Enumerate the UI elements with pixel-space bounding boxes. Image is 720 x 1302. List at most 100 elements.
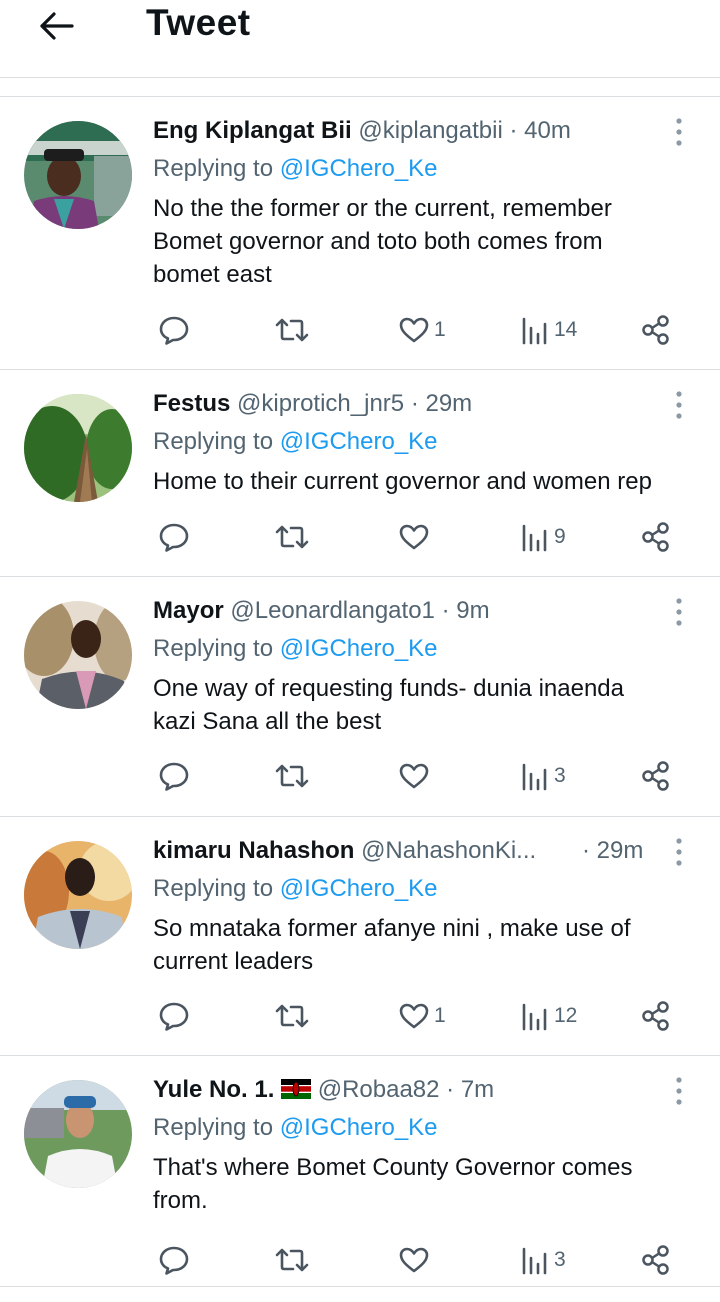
replying-to: Replying to @IGChero_Ke: [153, 875, 438, 903]
more-options-button[interactable]: [667, 595, 691, 629]
timestamp[interactable]: · 29m: [582, 837, 643, 864]
share-button[interactable]: [639, 759, 673, 793]
tweet-meta: Eng Kiplangat Bii @kiplangatbii · 40m: [153, 117, 571, 145]
views-button[interactable]: 3: [520, 759, 566, 793]
like-icon: [399, 763, 429, 789]
timestamp[interactable]: · 40m: [509, 117, 570, 144]
retweet-button[interactable]: [273, 1243, 311, 1277]
replying-to-handle[interactable]: @IGChero_Ke: [280, 155, 438, 182]
views-icon: [522, 1003, 547, 1031]
like-icon: [399, 1247, 429, 1273]
timestamp[interactable]: · 9m: [442, 597, 490, 624]
views-button[interactable]: 9: [520, 520, 566, 554]
retweet-icon: [275, 318, 309, 342]
user-handle[interactable]: @Leonardlangato1: [230, 597, 435, 624]
views-count: 14: [554, 318, 578, 341]
like-count: 1: [434, 1004, 446, 1027]
kenya-flag-icon: [281, 1079, 312, 1099]
tweet-text: Home to their current governor and women…: [153, 465, 708, 498]
reply-tweet[interactable]: Eng Kiplangat Bii @kiplangatbii · 40m Re…: [0, 97, 720, 369]
views-button[interactable]: 14: [520, 313, 577, 347]
like-button[interactable]: [398, 759, 434, 793]
more-dots-icon: [676, 1077, 682, 1105]
retweet-button[interactable]: [273, 759, 311, 793]
share-icon: [642, 761, 669, 791]
reply-icon: [159, 1246, 189, 1275]
avatar[interactable]: [24, 841, 132, 949]
reply-button[interactable]: [157, 759, 191, 793]
timestamp[interactable]: · 29m: [411, 390, 472, 417]
divider: [0, 1286, 720, 1287]
tweet-text-line: bomet east: [153, 261, 272, 288]
share-button[interactable]: [639, 313, 673, 347]
reply-tweet[interactable]: Yule No. 1. @Robaa82 · 7m Replying to @I…: [0, 1056, 720, 1286]
retweet-button[interactable]: [273, 520, 311, 554]
views-icon: [522, 763, 547, 791]
views-button[interactable]: 3: [520, 1243, 566, 1277]
tweet-meta: kimaru Nahashon @NahashonKi...: [153, 837, 536, 865]
tweet-text: One way of requesting funds- dunia inaen…: [153, 672, 708, 738]
display-name[interactable]: Festus: [153, 390, 230, 417]
replying-to: Replying to @IGChero_Ke: [153, 635, 438, 663]
display-name[interactable]: kimaru Nahashon: [153, 837, 354, 864]
share-icon: [642, 1245, 669, 1275]
like-icon: [399, 317, 429, 343]
avatar[interactable]: [24, 121, 132, 229]
share-icon: [642, 522, 669, 552]
more-options-button[interactable]: [667, 1074, 691, 1108]
more-options-button[interactable]: [667, 388, 691, 422]
display-name[interactable]: Mayor: [153, 597, 224, 624]
reply-tweet[interactable]: Mayor @Leonardlangato1 · 9m Replying to …: [0, 577, 720, 816]
reply-tweet[interactable]: kimaru Nahashon @NahashonKi... · 29m Rep…: [0, 817, 720, 1055]
reply-tweet[interactable]: Festus @kiprotich_jnr5 · 29m Replying to…: [0, 370, 720, 576]
tweet-text-line: So mnataka former afanye nini , make use…: [153, 915, 631, 942]
replying-to-handle[interactable]: @IGChero_Ke: [280, 635, 438, 662]
views-icon: [522, 317, 547, 345]
more-dots-icon: [676, 118, 682, 146]
tweet-text-line: No the the former or the current, rememb…: [153, 195, 612, 222]
tweet-text: No the the former or the current, rememb…: [153, 192, 708, 291]
display-name[interactable]: Yule No. 1.: [153, 1076, 274, 1103]
retweet-button[interactable]: [273, 999, 311, 1033]
back-button[interactable]: [36, 6, 80, 46]
user-handle[interactable]: @NahashonKi...: [361, 837, 536, 864]
page-title: Tweet: [146, 2, 251, 43]
views-button[interactable]: 12: [520, 999, 577, 1033]
reply-button[interactable]: [157, 999, 191, 1033]
like-button[interactable]: [398, 1243, 434, 1277]
user-handle[interactable]: @kiplangatbii: [358, 117, 502, 144]
timestamp[interactable]: · 7m: [446, 1076, 494, 1103]
like-icon: [399, 1003, 429, 1029]
views-icon: [522, 524, 547, 552]
retweet-button[interactable]: [273, 313, 311, 347]
reply-button[interactable]: [157, 1243, 191, 1277]
tweet-text: That's where Bomet County Governor comes…: [153, 1151, 708, 1217]
replying-label: Replying to: [153, 875, 274, 902]
more-dots-icon: [676, 838, 682, 866]
reply-button[interactable]: [157, 313, 191, 347]
replying-to-handle[interactable]: @IGChero_Ke: [280, 428, 438, 455]
like-button[interactable]: 1: [398, 313, 446, 347]
more-options-button[interactable]: [667, 115, 691, 149]
avatar[interactable]: [24, 601, 132, 709]
more-options-button[interactable]: [667, 835, 691, 869]
display-name[interactable]: Eng Kiplangat Bii: [153, 117, 352, 144]
reply-button[interactable]: [157, 520, 191, 554]
share-button[interactable]: [639, 1243, 673, 1277]
reply-icon: [159, 1002, 189, 1031]
like-button[interactable]: 1: [398, 999, 446, 1033]
avatar[interactable]: [24, 1080, 132, 1188]
tweet-text-line: Home to their current governor and women…: [153, 468, 652, 495]
tweet-text-line: current leaders: [153, 948, 314, 975]
share-button[interactable]: [639, 999, 673, 1033]
like-count: 1: [434, 318, 446, 341]
replying-to-handle[interactable]: @IGChero_Ke: [280, 875, 438, 902]
avatar[interactable]: [24, 394, 132, 502]
user-handle[interactable]: @kiprotich_jnr5: [237, 390, 404, 417]
tweet-text-line: One way of requesting funds- dunia inaen…: [153, 675, 624, 702]
share-button[interactable]: [639, 520, 673, 554]
tweet-text-line: That's where Bomet County Governor comes: [153, 1154, 633, 1181]
like-button[interactable]: [398, 520, 434, 554]
user-handle[interactable]: @Robaa82: [318, 1076, 440, 1103]
replying-to-handle[interactable]: @IGChero_Ke: [280, 1114, 438, 1141]
